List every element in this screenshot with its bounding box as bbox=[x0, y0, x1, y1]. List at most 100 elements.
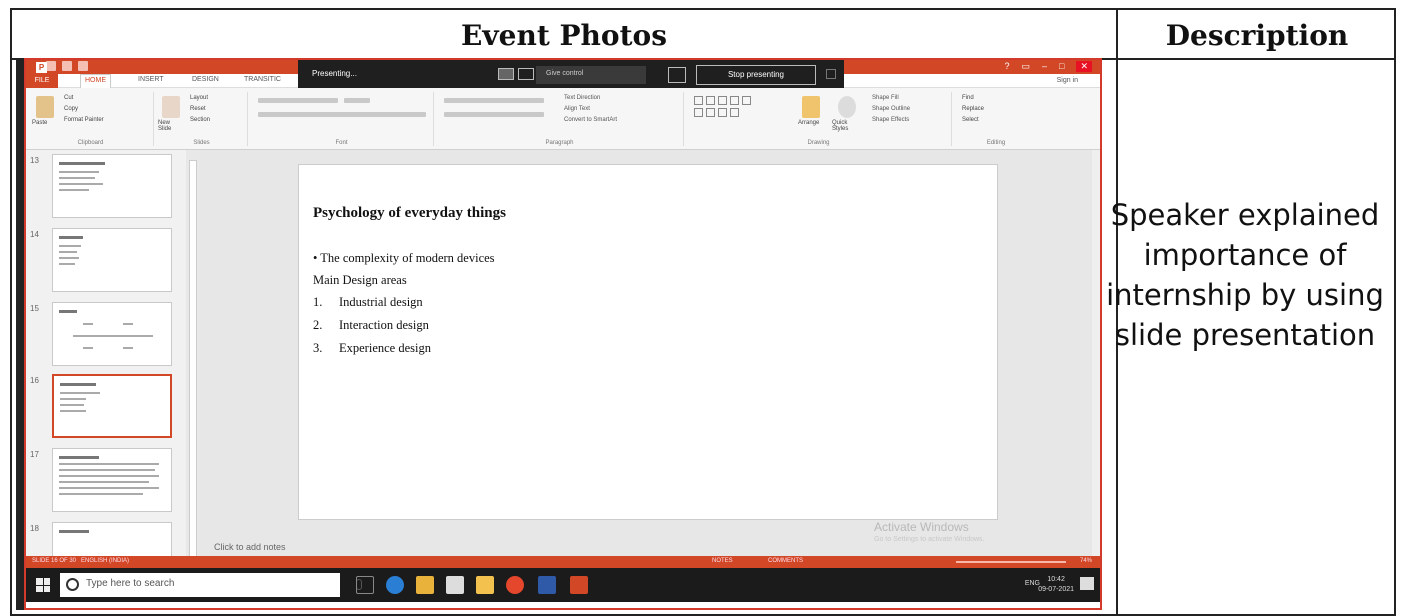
text-direction-button[interactable]: Text Direction bbox=[564, 95, 600, 101]
notification-icon[interactable] bbox=[1080, 577, 1094, 590]
shape-curve-icon[interactable] bbox=[718, 108, 727, 117]
shape-square-icon[interactable] bbox=[730, 96, 739, 105]
slide-thumbnail[interactable] bbox=[52, 302, 172, 366]
font-size-box[interactable] bbox=[344, 98, 370, 103]
mail-icon[interactable] bbox=[446, 576, 464, 594]
zoom-slider[interactable] bbox=[956, 561, 1066, 563]
paste-icon[interactable] bbox=[36, 96, 54, 118]
taskbar-search-input[interactable]: Type here to search bbox=[60, 573, 362, 597]
shape-fill-button[interactable]: Shape Fill bbox=[872, 95, 899, 101]
group-label: Paragraph bbox=[545, 140, 574, 146]
ribbon: Paste Cut Copy Format Painter Clipboard … bbox=[26, 88, 1100, 150]
font-name-box[interactable] bbox=[258, 98, 338, 103]
shape-triangle-icon[interactable] bbox=[694, 108, 703, 117]
slide-thumbnail[interactable] bbox=[52, 228, 172, 292]
cut-button[interactable]: Cut bbox=[64, 95, 73, 101]
thumb-line bbox=[59, 183, 103, 185]
language[interactable]: ENGLISH (INDIA) bbox=[81, 558, 129, 564]
quick-access-toolbar: P bbox=[32, 61, 88, 73]
notes-button[interactable]: NOTES bbox=[712, 558, 733, 564]
convert-smartart-button[interactable]: Convert to SmartArt bbox=[564, 117, 617, 123]
comments-button[interactable]: COMMENTS bbox=[768, 558, 803, 564]
list-buttons[interactable] bbox=[444, 98, 544, 103]
redo-icon[interactable] bbox=[78, 61, 88, 71]
edge-browser-icon[interactable] bbox=[386, 576, 404, 594]
scroll-thumb[interactable] bbox=[189, 160, 197, 560]
window-share-icon[interactable] bbox=[518, 68, 534, 80]
clock[interactable]: 10:42 09-07-2021 bbox=[1038, 575, 1074, 595]
thumb-line bbox=[60, 392, 100, 394]
zoom-level[interactable]: 74% bbox=[1080, 558, 1092, 564]
screen-icon[interactable] bbox=[668, 67, 686, 83]
shape-rounded-icon[interactable] bbox=[742, 96, 751, 105]
powerpoint-taskbar-icon[interactable] bbox=[570, 576, 588, 594]
powerpoint-logo-icon: P bbox=[36, 62, 47, 73]
font-format-buttons[interactable] bbox=[258, 112, 426, 117]
thumb-title bbox=[59, 456, 99, 459]
shape-rect-icon[interactable] bbox=[694, 96, 703, 105]
shape-star-icon[interactable] bbox=[730, 108, 739, 117]
align-buttons[interactable] bbox=[444, 112, 544, 117]
align-text-button[interactable]: Align Text bbox=[564, 106, 590, 112]
reset-button[interactable]: Reset bbox=[190, 106, 206, 112]
sign-in-link[interactable]: Sign in bbox=[1057, 77, 1078, 84]
thumb-line bbox=[83, 323, 93, 325]
slide-of: SLIDE 16 OF 30 bbox=[32, 558, 77, 564]
slide-thumbnail[interactable] bbox=[52, 448, 172, 512]
item-text: Interaction design bbox=[339, 318, 429, 332]
thumb-title bbox=[60, 383, 96, 386]
give-control-dropdown[interactable]: Give control bbox=[536, 66, 646, 84]
tab-file[interactable]: FILE bbox=[26, 74, 58, 88]
thumb-line bbox=[60, 398, 86, 400]
thumbnail-number: 13 bbox=[30, 156, 39, 165]
shape-outline-button[interactable]: Shape Outline bbox=[872, 106, 910, 112]
quick-styles-icon[interactable] bbox=[838, 96, 856, 118]
thumbnail-scrollbar[interactable] bbox=[186, 150, 200, 568]
tab-insert[interactable]: INSERT bbox=[138, 76, 164, 83]
find-button[interactable]: Find bbox=[962, 95, 974, 101]
chrome-icon[interactable] bbox=[506, 576, 524, 594]
current-slide[interactable]: Psychology of everyday things • The comp… bbox=[298, 164, 998, 520]
group-label: Clipboard bbox=[77, 140, 104, 146]
close-icon[interactable]: ✕ bbox=[1076, 61, 1092, 72]
presenting-status: Presenting... bbox=[312, 69, 357, 78]
item-number: 1. bbox=[313, 295, 323, 309]
tab-home[interactable]: HOME bbox=[80, 74, 111, 88]
slide-thumbnail-active[interactable] bbox=[52, 374, 172, 438]
slide-thumbnail[interactable] bbox=[52, 154, 172, 218]
activate-windows-sub: Go to Settings to activate Windows. bbox=[874, 536, 985, 543]
store-icon[interactable] bbox=[416, 576, 434, 594]
slide-subheading: Main Design areas bbox=[313, 273, 407, 287]
drawing-group: Arrange Quick Styles Shape Fill Shape Ou… bbox=[686, 92, 952, 146]
help-icon[interactable]: ? bbox=[1004, 61, 1009, 72]
canvas-scrollbar[interactable] bbox=[1092, 150, 1100, 568]
teams-icon[interactable] bbox=[538, 576, 556, 594]
tab-transitions[interactable]: TRANSITIC bbox=[244, 76, 281, 83]
shape-oval-icon[interactable] bbox=[718, 96, 727, 105]
section-button[interactable]: Section bbox=[190, 117, 210, 123]
windows-start-icon[interactable] bbox=[36, 578, 50, 592]
arrange-icon[interactable] bbox=[802, 96, 820, 118]
paragraph-group: Text Direction Align Text Convert to Sma… bbox=[436, 92, 684, 146]
copy-button[interactable]: Copy bbox=[64, 106, 78, 112]
save-icon[interactable] bbox=[46, 61, 56, 71]
shape-line-icon[interactable] bbox=[706, 96, 715, 105]
maximize-icon[interactable]: □ bbox=[1059, 61, 1064, 72]
replace-button[interactable]: Replace bbox=[962, 106, 984, 112]
stop-presenting-button[interactable]: Stop presenting bbox=[696, 65, 816, 85]
shape-effects-button[interactable]: Shape Effects bbox=[872, 117, 909, 123]
select-button[interactable]: Select bbox=[962, 117, 979, 123]
monitor-icon[interactable] bbox=[498, 68, 514, 80]
pin-icon[interactable] bbox=[826, 69, 836, 79]
shape-arrow-icon[interactable] bbox=[706, 108, 715, 117]
undo-icon[interactable] bbox=[62, 61, 72, 71]
format-painter-button[interactable]: Format Painter bbox=[64, 117, 104, 123]
file-explorer-icon[interactable] bbox=[476, 576, 494, 594]
task-view-icon[interactable] bbox=[356, 576, 374, 594]
new-slide-icon[interactable] bbox=[162, 96, 180, 118]
notes-placeholder[interactable]: Click to add notes bbox=[214, 542, 286, 552]
minimize-icon[interactable]: – bbox=[1042, 61, 1047, 72]
ribbon-options-icon[interactable]: ▭ bbox=[1021, 61, 1030, 72]
layout-button[interactable]: Layout bbox=[190, 95, 208, 101]
tab-design[interactable]: DESIGN bbox=[192, 76, 219, 83]
